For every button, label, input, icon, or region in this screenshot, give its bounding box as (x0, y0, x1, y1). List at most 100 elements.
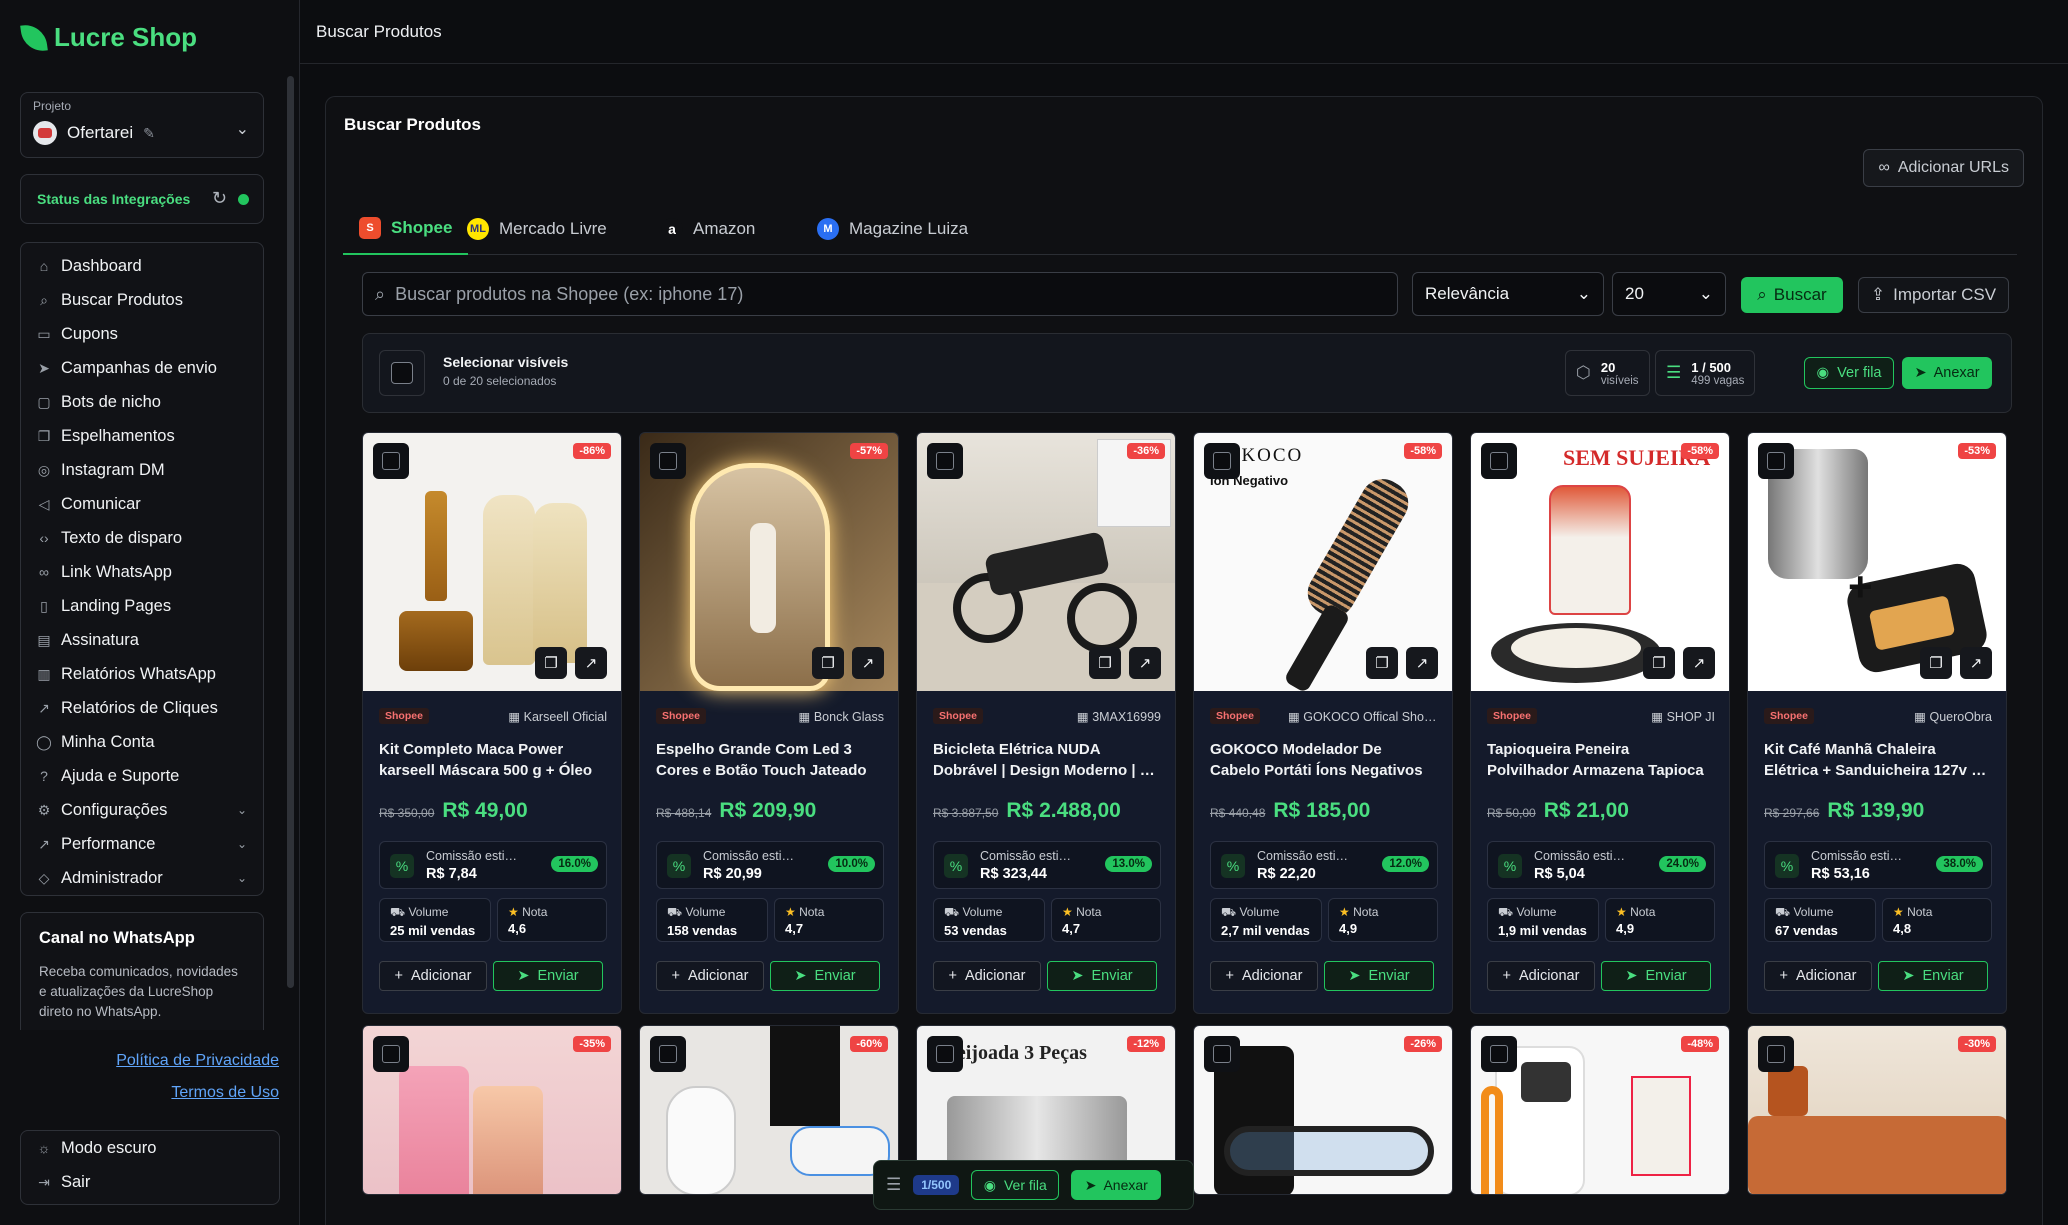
tab-mercado-livre[interactable]: ML Mercado Livre (467, 203, 607, 255)
product-checkbox[interactable] (650, 1036, 686, 1072)
product-checkbox[interactable] (927, 1036, 963, 1072)
pencil-icon[interactable]: ✎ (143, 125, 155, 142)
send-button[interactable]: ➤ Enviar (1878, 961, 1988, 991)
tab-magazine-luiza[interactable]: M Magazine Luiza (817, 203, 968, 255)
sidebar-item-buscar-produtos[interactable]: ⌕ Buscar Produtos (21, 283, 263, 317)
send-button[interactable]: ➤ Enviar (493, 961, 603, 991)
product-card[interactable]: + -53% ❐ ↗ Shopee ▦ QueroObra Kit Café M… (1747, 432, 2007, 1014)
send-button[interactable]: ➤ Enviar (1601, 961, 1711, 991)
add-button[interactable]: + Adicionar (1487, 961, 1595, 991)
view-queue-button[interactable]: ◉ Ver fila (971, 1170, 1060, 1200)
sidebar-item-landing-pages[interactable]: ▯ Landing Pages (21, 589, 263, 623)
product-checkbox[interactable] (373, 443, 409, 479)
product-checkbox[interactable] (927, 443, 963, 479)
logout-button[interactable]: ⇥ Sair (21, 1165, 279, 1199)
integrations-status[interactable]: Status das Integrações ↻ (20, 174, 264, 224)
product-checkbox[interactable] (373, 1036, 409, 1072)
dark-mode-toggle[interactable]: ☼ Modo escuro (21, 1131, 279, 1165)
sidebar-item-minha-conta[interactable]: ◯ Minha Conta (21, 725, 263, 759)
product-title[interactable]: Kit Completo Maca Power karseell Máscara… (379, 739, 609, 781)
send-button[interactable]: ➤ Enviar (1324, 961, 1434, 991)
app-logo[interactable]: Lucre Shop (20, 21, 197, 54)
product-card[interactable]: SEM SUJEIRA -58% ❐ ↗ Shopee ▦ SHOP JI Ta… (1470, 432, 1730, 1014)
copy-icon[interactable]: ❐ (1089, 647, 1121, 679)
copy-icon[interactable]: ❐ (812, 647, 844, 679)
product-card[interactable]: -60% (639, 1025, 899, 1195)
sidebar-item-campanhas-de-envio[interactable]: ➤ Campanhas de envio (21, 351, 263, 385)
external-link-icon[interactable]: ↗ (1960, 647, 1992, 679)
select-all-checkbox[interactable] (379, 350, 425, 396)
product-card[interactable]: -36% ❐ ↗ Shopee ▦ 3MAX16999 Bicicleta El… (916, 432, 1176, 1014)
external-link-icon[interactable]: ↗ (1683, 647, 1715, 679)
copy-icon[interactable]: ❐ (1643, 647, 1675, 679)
tab-shopee[interactable]: S Shopee (343, 203, 469, 255)
product-checkbox[interactable] (1758, 443, 1794, 479)
send-button[interactable]: ➤ Enviar (770, 961, 880, 991)
product-card[interactable]: -57% ❐ ↗ Shopee ▦ Bonck Glass Espelho Gr… (639, 432, 899, 1014)
product-title[interactable]: Espelho Grande Com Led 3 Cores e Botão T… (656, 739, 886, 781)
sidebar-item-relatorios-de-cliques[interactable]: ↗ Relatórios de Cliques (21, 691, 263, 725)
send-button[interactable]: ➤ Enviar (1047, 961, 1157, 991)
sidebar-item-ajuda-e-suporte[interactable]: ? Ajuda e Suporte (21, 759, 263, 793)
product-card[interactable]: -35% (362, 1025, 622, 1195)
sidebar-item-relatorios-whatsapp[interactable]: ▥ Relatórios WhatsApp (21, 657, 263, 691)
list-icon: ☰ (1666, 363, 1682, 382)
product-card[interactable]: -26% (1193, 1025, 1453, 1195)
search-input[interactable] (395, 283, 1356, 305)
product-title[interactable]: Tapioqueira Peneira Polvilhador Armazena… (1487, 739, 1717, 781)
sidebar-item-cupons[interactable]: ▭ Cupons (21, 317, 263, 351)
sidebar-item-dashboard[interactable]: ⌂ Dashboard (21, 249, 263, 283)
sidebar-item-assinatura[interactable]: ▤ Assinatura (21, 623, 263, 657)
external-link-icon[interactable]: ↗ (575, 647, 607, 679)
external-link-icon[interactable]: ↗ (1129, 647, 1161, 679)
refresh-icon[interactable]: ↻ (212, 188, 227, 209)
product-checkbox[interactable] (1204, 443, 1240, 479)
tab-amazon[interactable]: a Amazon (661, 203, 755, 255)
limit-select[interactable]: 20 ⌄ (1612, 272, 1726, 316)
product-title[interactable]: Bicicleta Elétrica NUDA Dobrável | Desig… (933, 739, 1163, 781)
copy-icon[interactable]: ❐ (535, 647, 567, 679)
attach-button[interactable]: ➤ Anexar (1071, 1170, 1162, 1200)
add-button[interactable]: + Adicionar (933, 961, 1041, 991)
queue-stat: ☰ 1 / 500 499 vagas (1655, 350, 1756, 396)
product-checkbox[interactable] (1481, 443, 1517, 479)
terms-link[interactable]: Termos de Uso (171, 1084, 279, 1102)
sidebar-item-administrador[interactable]: ◇ Administrador ⌄ (21, 861, 263, 895)
product-card[interactable]: GOKOCO Íon Negativo -58% ❐ ↗ Shopee ▦ GO… (1193, 432, 1453, 1014)
view-queue-button[interactable]: ◉ Ver fila (1804, 357, 1894, 389)
sidebar-item-comunicar[interactable]: ◁ Comunicar (21, 487, 263, 521)
add-button[interactable]: + Adicionar (1210, 961, 1318, 991)
privacy-link[interactable]: Política de Privacidade (116, 1052, 279, 1070)
product-card[interactable]: -86% ❐ ↗ Shopee ▦ Karseell Oficial Kit C… (362, 432, 622, 1014)
product-title[interactable]: Kit Café Manhã Chaleira Elétrica + Sandu… (1764, 739, 1994, 781)
sidebar-item-bots-de-nicho[interactable]: ▢ Bots de nicho (21, 385, 263, 419)
product-card[interactable]: -48% (1470, 1025, 1730, 1195)
sidebar-scrollbar[interactable] (287, 76, 294, 988)
sort-select[interactable]: Relevância ⌄ (1412, 272, 1604, 316)
sidebar-item-texto-de-disparo[interactable]: ‹› Texto de disparo (21, 521, 263, 555)
add-button[interactable]: + Adicionar (656, 961, 764, 991)
attach-button[interactable]: ➤ Anexar (1902, 357, 1992, 389)
sidebar-item-link-whatsapp[interactable]: ∞ Link WhatsApp (21, 555, 263, 589)
project-selector[interactable]: Projeto Ofertarei ✎ ⌄ (20, 92, 264, 158)
add-urls-button[interactable]: ∞ Adicionar URLs (1863, 149, 2024, 187)
copy-icon[interactable]: ❐ (1920, 647, 1952, 679)
add-button[interactable]: + Adicionar (379, 961, 487, 991)
product-title[interactable]: GOKOCO Modelador De Cabelo Portáti Íons … (1210, 739, 1440, 781)
product-checkbox[interactable] (1758, 1036, 1794, 1072)
external-link-icon[interactable]: ↗ (1406, 647, 1438, 679)
sidebar-item-configuracoes[interactable]: ⚙ Configurações ⌄ (21, 793, 263, 827)
import-csv-button[interactable]: ⇪ Importar CSV (1858, 277, 2009, 313)
sidebar-item-espelhamentos[interactable]: ❐ Espelhamentos (21, 419, 263, 453)
sidebar-item-performance[interactable]: ↗ Performance ⌄ (21, 827, 263, 861)
search-button[interactable]: ⌕ Buscar (1741, 277, 1843, 313)
product-checkbox[interactable] (1481, 1036, 1517, 1072)
external-link-icon[interactable]: ↗ (852, 647, 884, 679)
product-checkbox[interactable] (650, 443, 686, 479)
product-checkbox[interactable] (1204, 1036, 1240, 1072)
sidebar-item-instagram-dm[interactable]: ◎ Instagram DM (21, 453, 263, 487)
add-button[interactable]: + Adicionar (1764, 961, 1872, 991)
whatsapp-channel-card[interactable]: Canal no WhatsApp Receba comunicados, no… (20, 912, 264, 1030)
copy-icon[interactable]: ❐ (1366, 647, 1398, 679)
product-card[interactable]: -30% (1747, 1025, 2007, 1195)
